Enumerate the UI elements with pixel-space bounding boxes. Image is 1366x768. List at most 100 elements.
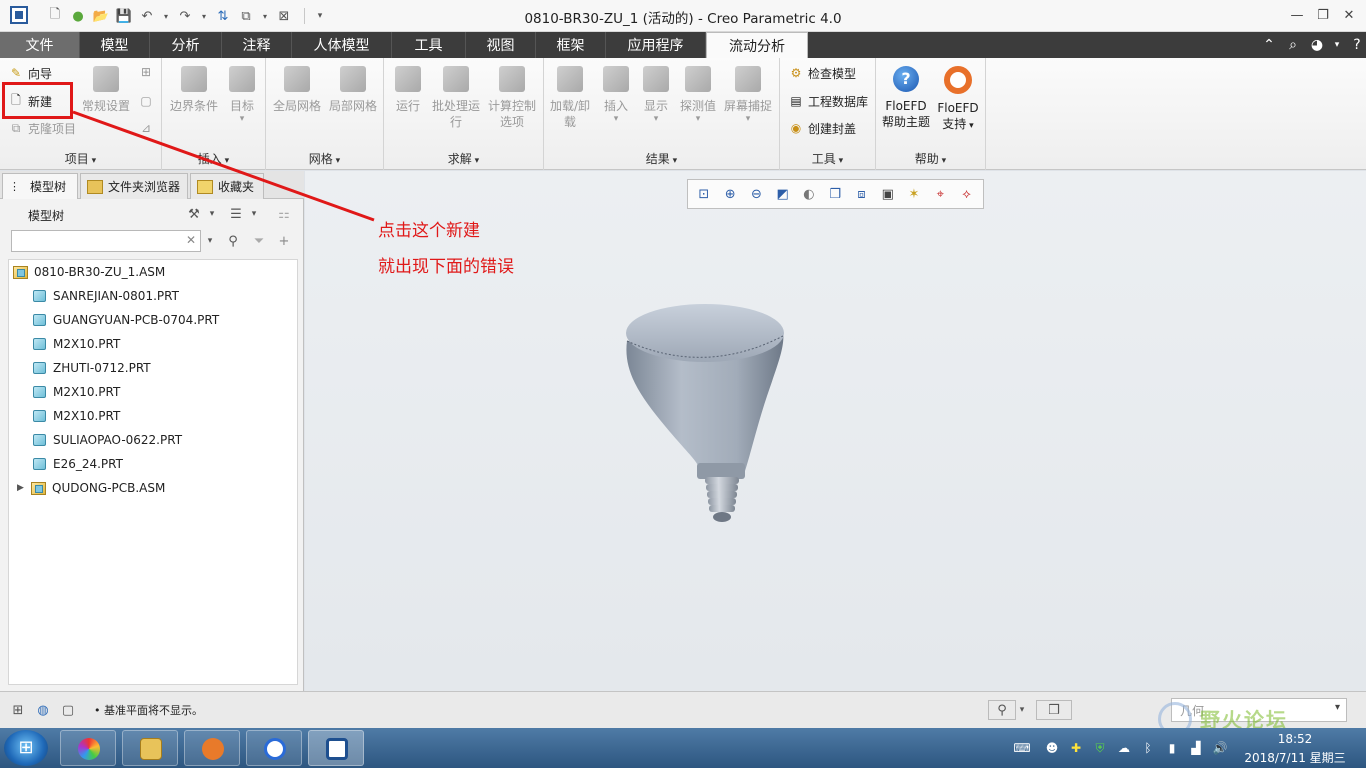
tab-folder-browser[interactable]: 文件夹浏览器 <box>80 173 188 199</box>
screen-capture-button[interactable]: 屏幕捕捉 ▾ <box>720 66 776 124</box>
clock-date[interactable]: 2018/7/11 星期三 <box>1240 749 1350 766</box>
floefd-support-button[interactable]: FloEFD 支持 ▾ <box>930 66 986 134</box>
tree-item[interactable]: SULIAOPAO-0622.PRT <box>33 428 182 452</box>
tab-manikin[interactable]: 人体模型 <box>292 32 392 58</box>
chevron-down-icon[interactable]: ▾ <box>204 231 216 251</box>
help-icon[interactable]: ? <box>1346 32 1366 58</box>
tab-analysis[interactable]: 分析 <box>150 32 222 58</box>
find-icon[interactable]: ⚲ <box>988 700 1016 720</box>
tree-item[interactable]: GUANGYUAN-PCB-0704.PRT <box>33 308 219 332</box>
plus-app-icon[interactable]: ✚ <box>1068 740 1084 756</box>
filter-funnel-icon[interactable]: ⏷ <box>248 231 270 251</box>
taskbar-app-creo[interactable] <box>308 730 364 766</box>
chevron-down-icon[interactable]: ▾ <box>248 204 260 224</box>
check-model-button[interactable]: ⚙ 检查模型 <box>788 63 856 83</box>
show-icon[interactable]: ☰ <box>226 204 246 224</box>
cat-app-icon[interactable]: ☻ <box>1044 740 1060 756</box>
restore-button[interactable]: ❐ <box>1310 4 1336 26</box>
tree-root[interactable]: 0810-BR30-ZU_1.ASM <box>13 260 165 284</box>
clock-time[interactable]: 18:52 <box>1240 732 1350 746</box>
results-insert-icon <box>603 66 629 92</box>
tab-model[interactable]: 模型 <box>80 32 150 58</box>
help-center-icon[interactable]: ◕ <box>1306 32 1328 58</box>
tab-flow-analysis[interactable]: 流动分析 <box>706 32 808 58</box>
chevron-down-icon[interactable]: ▾ <box>206 204 218 224</box>
bluetooth-icon[interactable]: ᛒ <box>1140 740 1156 756</box>
taskbar-app-explorer[interactable] <box>122 730 178 766</box>
engineering-database-button[interactable]: ▤ 工程数据库 <box>788 91 868 111</box>
calc-control-button[interactable]: 计算控制 选项 <box>484 66 540 130</box>
tab-tools[interactable]: 工具 <box>392 32 466 58</box>
clipboard-icon[interactable]: ▮ <box>1164 740 1180 756</box>
tree-item[interactable]: ZHUTI-0712.PRT <box>33 356 151 380</box>
clone-project-button[interactable]: ⧉ 克隆项目 <box>8 118 76 138</box>
tree-settings-icon[interactable]: ⚒ <box>184 204 204 224</box>
annotation-text-line-1: 点击这个新建 <box>378 221 480 241</box>
expand-arrow-icon[interactable]: ▶ <box>17 483 27 493</box>
graphics-window[interactable]: ⊡ ⊕ ⊖ ◩ ◐ ❒ ⧈ ▣ ✶ ⌖ ⟡ <box>305 171 1366 691</box>
group-insert-label[interactable]: 插入 <box>162 150 265 166</box>
folder-icon <box>140 738 162 760</box>
wizard-button[interactable]: ✎ 向导 <box>8 63 52 83</box>
group-project-label[interactable]: 项目 <box>0 150 161 166</box>
browser-toggle-icon[interactable]: ◍ <box>33 700 53 720</box>
tree-item[interactable]: M2X10.PRT <box>33 332 120 356</box>
fullscreen-icon[interactable]: ▢ <box>58 700 78 720</box>
navigator-toggle-icon[interactable]: ⊞ <box>8 700 28 720</box>
bulb-3d-model[interactable] <box>305 171 1366 691</box>
chevron-down-icon[interactable]: ▾ <box>1016 700 1028 720</box>
tree-filter-icon[interactable]: ⚏ <box>274 204 294 224</box>
taskbar-app-chrome[interactable] <box>60 730 116 766</box>
tab-applications[interactable]: 应用程序 <box>606 32 706 58</box>
group-results-label[interactable]: 结果 <box>544 150 779 166</box>
tree-item[interactable]: E26_24.PRT <box>33 452 123 476</box>
group-tools-label[interactable]: 工具 <box>780 150 875 166</box>
floefd-help-button[interactable]: ? FloEFD 帮助主题 <box>878 66 934 130</box>
close-button[interactable]: ✕ <box>1336 4 1362 26</box>
taskbar-app-baidu[interactable] <box>246 730 302 766</box>
general-settings-button[interactable]: 常规设置 <box>78 66 134 114</box>
copy-tool-icon[interactable]: ▢ <box>138 91 158 111</box>
tree-item[interactable]: ▶ QUDONG-PCB.ASM <box>17 476 165 500</box>
clear-search-icon[interactable]: ✕ <box>186 233 196 247</box>
selection-mode-icon[interactable]: ❒ <box>1036 700 1072 720</box>
group-solve-label[interactable]: 求解 <box>384 150 543 166</box>
batch-run-button[interactable]: 批处理运 行 <box>428 66 484 130</box>
network-icon[interactable]: ▟ <box>1188 740 1204 756</box>
find-binoculars-icon[interactable]: ⚲ <box>222 231 244 251</box>
local-mesh-button[interactable]: 局部网格 <box>325 66 381 114</box>
volume-icon[interactable]: 🔊 <box>1212 740 1228 756</box>
floefd-support-label-2: 支持 <box>942 117 967 131</box>
tree-item-label: M2X10.PRT <box>53 409 121 423</box>
tree-item-label: QUDONG-PCB.ASM <box>52 481 166 495</box>
tab-annotate[interactable]: 注释 <box>222 32 292 58</box>
tab-view[interactable]: 视图 <box>466 32 536 58</box>
tree-item[interactable]: M2X10.PRT <box>33 380 120 404</box>
tree-tool-icon[interactable]: ⊞ <box>138 62 158 82</box>
start-button[interactable] <box>4 730 48 766</box>
model-tree-search-input[interactable] <box>11 230 201 252</box>
group-help-label[interactable]: 帮助 <box>876 150 985 166</box>
tab-file[interactable]: 文件 <box>0 32 80 58</box>
create-lid-button[interactable]: ◉ 创建封盖 <box>788 118 856 138</box>
cloud-icon[interactable]: ☁ <box>1116 740 1132 756</box>
tree-item[interactable]: M2X10.PRT <box>33 404 120 428</box>
probe-button[interactable]: 探测值 ▾ <box>670 66 726 124</box>
goals-button[interactable]: 目标 ▾ <box>214 66 270 124</box>
tree-item[interactable]: SANREJIAN-0801.PRT <box>33 284 179 308</box>
group-mesh-label[interactable]: 网格 <box>266 150 383 166</box>
minimize-button[interactable]: — <box>1284 4 1310 26</box>
shield-icon[interactable]: ⛨ <box>1092 740 1108 756</box>
keyboard-icon[interactable]: ⌨ <box>1013 740 1030 756</box>
tab-favorites[interactable]: 收藏夹 <box>190 173 264 199</box>
highlight-box <box>2 82 73 119</box>
search-icon[interactable]: ⌕ <box>1282 32 1304 58</box>
tab-model-tree[interactable]: ⋮ 模型树 <box>2 173 78 199</box>
plot-tool-icon[interactable]: ⊿ <box>138 118 158 138</box>
taskbar-app-media[interactable] <box>184 730 240 766</box>
tab-framework[interactable]: 框架 <box>536 32 606 58</box>
global-mesh-button[interactable]: 全局网格 <box>269 66 325 114</box>
chevron-down-icon[interactable]: ▾ <box>1330 32 1344 58</box>
add-icon[interactable]: + <box>274 231 294 251</box>
collapse-ribbon-icon[interactable]: ⌃ <box>1258 32 1280 58</box>
